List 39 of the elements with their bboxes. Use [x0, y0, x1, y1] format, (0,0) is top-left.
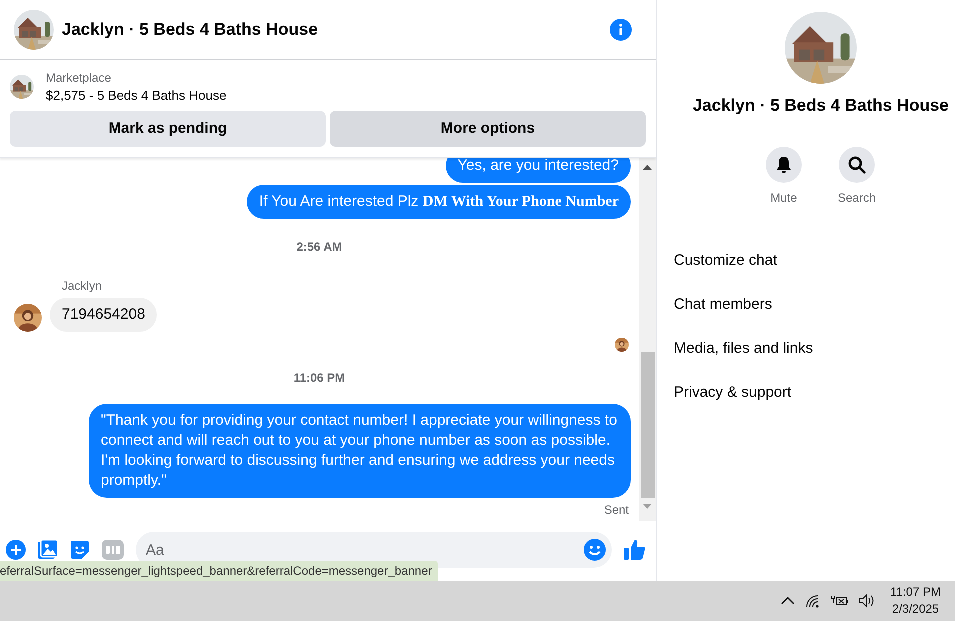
clock-date: 2/3/2025	[892, 601, 940, 618]
status-url: eferralSurface=messenger_lightspeed_banner&referralCode=messenger_banner	[0, 561, 438, 581]
thumbs-up-icon[interactable]	[624, 539, 646, 561]
clock-time: 11:07 PM	[890, 584, 941, 601]
listing-button[interactable]: More options	[330, 111, 646, 147]
listing-button[interactable]: Mark as pending	[10, 111, 326, 147]
battery-icon[interactable]	[830, 594, 849, 608]
listing-label: Marketplace	[46, 70, 112, 87]
action-label: Search	[838, 190, 876, 206]
timestamp: 11:06 PM	[294, 370, 346, 387]
action-label: Mute	[770, 190, 798, 206]
image-icon[interactable]	[38, 540, 58, 560]
scroll-up-icon[interactable]	[643, 165, 652, 171]
menu-item[interactable]: Privacy & support	[674, 370, 792, 414]
action-button[interactable]	[766, 146, 802, 182]
scroll-down-icon[interactable]	[643, 504, 652, 510]
message-bubble: 7194654208	[50, 298, 158, 332]
timestamp: 2:56 AM	[296, 239, 344, 256]
chevron-up-icon[interactable]	[780, 597, 795, 605]
message-status: Sent	[604, 502, 629, 519]
search-icon	[848, 156, 866, 174]
message-bubble: If You Are interested Plz DM With Your Phone Number	[247, 185, 631, 219]
sender-name: Jacklyn	[62, 278, 104, 295]
scrollbar-thumb[interactable]	[640, 352, 654, 498]
action-button[interactable]	[839, 146, 875, 182]
bell-icon	[774, 156, 793, 174]
menu-item[interactable]: Chat members	[674, 282, 772, 326]
message-bubble: "Thank you for providing your contact number! I appreciate your willingness to connect and will reach out to you at your phone number as soon as possible. I'm looking forward to discussing further and ensuring we address your needs promptly."	[89, 404, 631, 498]
sticker-icon[interactable]	[70, 540, 90, 560]
add-icon[interactable]	[6, 540, 26, 560]
info-icon[interactable]	[610, 18, 632, 40]
message-bubble: Yes, are you interested?	[446, 158, 631, 183]
details-title: Jacklyn · 5 Beds 4 Baths House	[692, 95, 950, 117]
menu-item[interactable]: Media, files and links	[674, 326, 814, 370]
smiley-icon[interactable]	[584, 539, 606, 561]
wifi-icon[interactable]	[804, 594, 821, 608]
menu-item[interactable]: Customize chat	[674, 238, 778, 282]
conversation-title: Jacklyn · 5 Beds 4 Baths House	[62, 18, 320, 41]
listing-title: $2,575 - 5 Beds 4 Baths House	[46, 87, 227, 104]
